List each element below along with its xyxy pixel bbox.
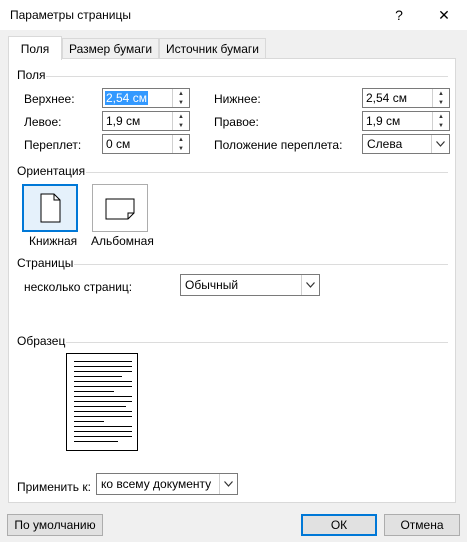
sample-text-line: [74, 361, 132, 362]
pages-section-title: Страницы: [17, 256, 74, 270]
ok-label: ОК: [330, 518, 348, 532]
spin-down-icon[interactable]: ▼: [173, 144, 189, 153]
bottom-margin-spinner[interactable]: 2,54 см ▲ ▼: [362, 88, 450, 108]
top-margin-label: Верхнее:: [24, 92, 75, 106]
gutter-position-value: Слева: [367, 137, 403, 151]
spin-up-icon[interactable]: ▲: [173, 135, 189, 144]
chevron-down-icon[interactable]: [301, 275, 319, 295]
spin-up-icon[interactable]: ▲: [433, 112, 449, 121]
spin-up-icon[interactable]: ▲: [173, 89, 189, 98]
pages-separator: [74, 264, 448, 265]
cancel-label: Отмена: [400, 518, 444, 532]
portrait-page-icon: [40, 193, 61, 223]
sample-text-line: [74, 366, 132, 367]
orientation-section-title: Ориентация: [17, 164, 86, 178]
tab-paper-size-label: Размер бумаги: [68, 41, 153, 56]
sample-text-line: [74, 421, 104, 422]
spin-down-icon[interactable]: ▼: [433, 98, 449, 107]
sample-text-line: [74, 431, 132, 432]
tab-paper-source[interactable]: Источник бумаги: [159, 38, 266, 58]
help-icon: ?: [395, 7, 403, 23]
set-as-default-label: По умолчанию: [14, 518, 96, 532]
gutter-value: 0 см: [106, 137, 131, 151]
sample-text-line: [74, 376, 122, 377]
tab-margins[interactable]: Поля: [8, 36, 62, 60]
sample-text-line: [74, 416, 132, 417]
sample-text-line: [74, 391, 114, 392]
sample-page-preview: [66, 353, 138, 451]
sample-text-line: [74, 396, 132, 397]
left-margin-label: Левое:: [24, 115, 62, 129]
left-margin-spinner[interactable]: 1,9 см ▲ ▼: [102, 111, 190, 131]
sample-text-line: [74, 386, 132, 387]
spin-down-icon[interactable]: ▼: [173, 98, 189, 107]
sample-text-line: [74, 411, 132, 412]
spin-up-icon[interactable]: ▲: [173, 112, 189, 121]
landscape-label: Альбомная: [91, 234, 154, 248]
multiple-pages-select[interactable]: Обычный: [180, 274, 320, 296]
left-margin-value: 1,9 см: [106, 114, 141, 128]
ok-button[interactable]: ОК: [301, 514, 377, 536]
chevron-down-icon[interactable]: [431, 135, 449, 153]
multiple-pages-label: несколько страниц:: [24, 280, 133, 294]
sample-text-line: [74, 436, 132, 437]
spin-down-icon[interactable]: ▼: [433, 121, 449, 130]
landscape-page-icon: [105, 198, 135, 220]
tab-paper-source-label: Источник бумаги: [165, 41, 260, 56]
help-button[interactable]: ?: [376, 0, 422, 30]
sample-text-line: [74, 401, 132, 402]
top-margin-spinner[interactable]: 2,54 см ▲ ▼: [102, 88, 190, 108]
top-margin-value: 2,54 см: [105, 91, 148, 105]
gutter-label: Переплет:: [24, 138, 82, 152]
gutter-spinner[interactable]: 0 см ▲ ▼: [102, 134, 190, 154]
set-as-default-button[interactable]: По умолчанию: [7, 514, 103, 536]
sample-text-line: [74, 426, 132, 427]
margins-section-title: Поля: [17, 68, 46, 82]
tab-paper-size[interactable]: Размер бумаги: [62, 38, 159, 58]
spin-down-icon[interactable]: ▼: [173, 121, 189, 130]
right-margin-value: 1,9 см: [366, 114, 401, 128]
right-margin-label: Правое:: [214, 115, 259, 129]
close-icon: ✕: [438, 6, 450, 23]
multiple-pages-value: Обычный: [185, 278, 239, 292]
spin-up-icon[interactable]: ▲: [433, 89, 449, 98]
preview-section-title: Образец: [17, 334, 66, 348]
close-button[interactable]: ✕: [421, 0, 467, 30]
preview-separator: [66, 342, 448, 343]
sample-text-line: [74, 406, 126, 407]
gutter-position-select[interactable]: Слева: [362, 134, 450, 154]
portrait-label: Книжная: [29, 234, 78, 248]
bottom-margin-label: Нижнее:: [214, 92, 261, 106]
portrait-button[interactable]: [22, 184, 78, 232]
chevron-down-icon[interactable]: [219, 474, 237, 494]
apply-to-label: Применить к:: [17, 480, 91, 494]
apply-to-select[interactable]: ко всему документу: [96, 473, 238, 495]
bottom-margin-value: 2,54 см: [366, 91, 407, 105]
tab-margins-label: Поля: [20, 41, 50, 56]
apply-to-value: ко всему документу: [101, 477, 212, 491]
sample-text-line: [74, 371, 132, 372]
window-title: Параметры страницы: [10, 8, 131, 22]
landscape-button[interactable]: [92, 184, 148, 232]
gutter-position-label: Положение переплета:: [214, 138, 343, 152]
right-margin-spinner[interactable]: 1,9 см ▲ ▼: [362, 111, 450, 131]
orientation-separator: [86, 172, 448, 173]
sample-text-line: [74, 441, 118, 442]
cancel-button[interactable]: Отмена: [384, 514, 460, 536]
sample-text-line: [74, 381, 132, 382]
margins-separator: [46, 76, 448, 77]
